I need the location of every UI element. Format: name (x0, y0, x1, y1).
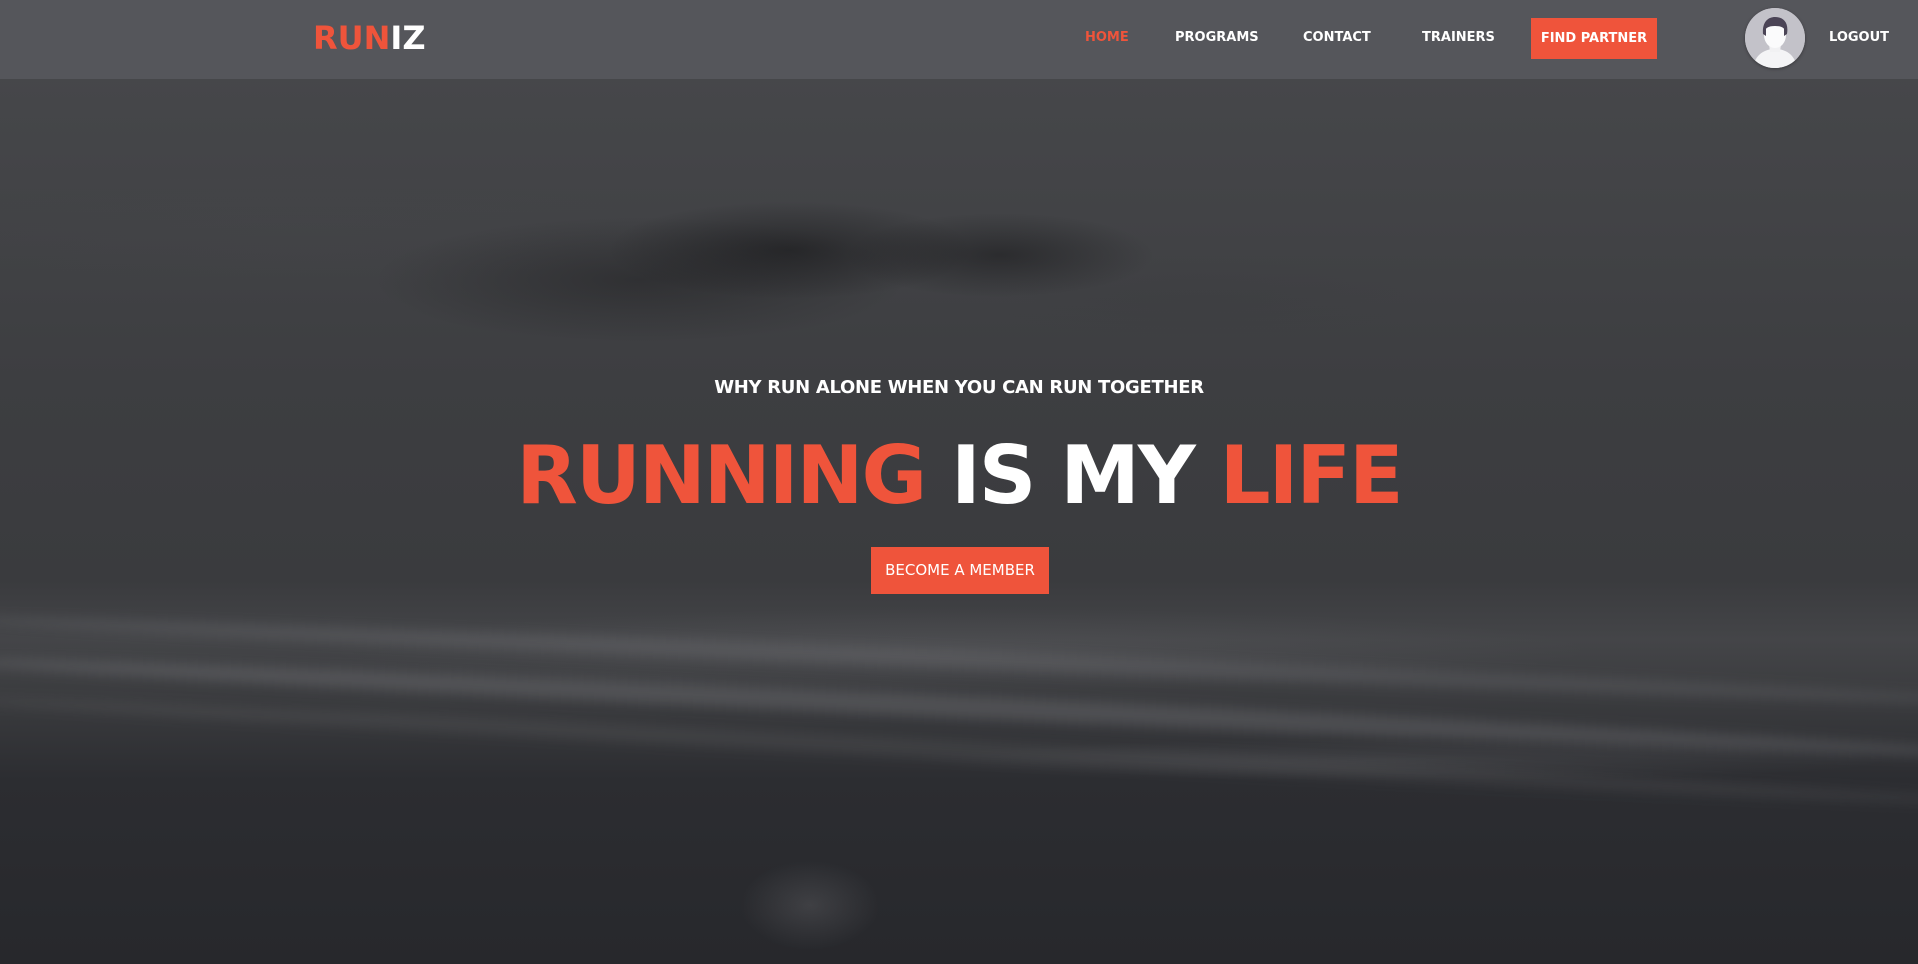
page: RUNIZ HOME PROGRAMS CONTACT TRAINERS FIN… (0, 0, 1918, 964)
hero-tagline: WHY RUN ALONE WHEN YOU CAN RUN TOGETHER (714, 377, 1204, 398)
headline-word-is: IS (951, 429, 1036, 522)
headline-word-my: MY (1060, 429, 1196, 522)
brand-logo[interactable]: RUNIZ (313, 18, 426, 58)
logo-part-iz: IZ (390, 19, 426, 57)
logout-link[interactable]: LOGOUT (1829, 29, 1889, 47)
nav-item-programs[interactable]: PROGRAMS (1175, 29, 1259, 47)
nav-item-home[interactable]: HOME (1085, 29, 1129, 47)
nav-item-trainers[interactable]: TRAINERS (1422, 29, 1495, 47)
find-partner-button[interactable]: FIND PARTNER (1531, 18, 1657, 59)
top-navbar: RUNIZ HOME PROGRAMS CONTACT TRAINERS FIN… (0, 0, 1918, 79)
headline-word-life: LIFE (1219, 429, 1404, 522)
user-avatar-icon (1745, 8, 1805, 68)
hero-headline: RUNNING IS MY LIFE (0, 428, 1918, 524)
user-avatar[interactable] (1745, 8, 1805, 68)
nav-item-contact[interactable]: CONTACT (1303, 29, 1371, 47)
logo-part-run: RUN (313, 19, 391, 57)
become-member-button[interactable]: BECOME A MEMBER (871, 547, 1049, 594)
headline-word-running: RUNNING (516, 429, 927, 522)
hero-water-reflection (740, 860, 880, 950)
